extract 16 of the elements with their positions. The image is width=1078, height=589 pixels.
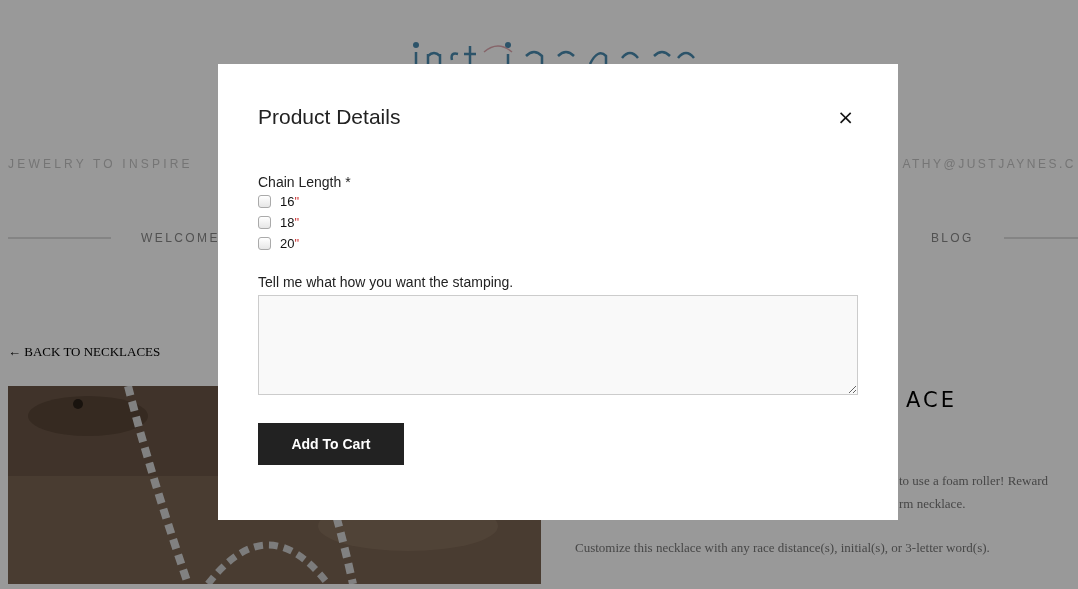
checkbox[interactable] xyxy=(258,237,271,250)
description-text: to use a foam roller! Reward xyxy=(898,472,1049,490)
checkbox[interactable] xyxy=(258,195,271,208)
close-button[interactable]: × xyxy=(833,107,858,127)
add-to-cart-button[interactable]: Add To Cart xyxy=(258,423,404,465)
option-label[interactable]: 16" xyxy=(280,194,300,209)
option-label[interactable]: 20" xyxy=(280,236,300,251)
product-title: ACE xyxy=(905,388,958,412)
description-text: rm necklace. xyxy=(898,495,967,513)
option-label[interactable]: 18" xyxy=(280,215,300,230)
field-label: Chain Length * xyxy=(258,173,352,191)
description-text: Customize this necklace with any race distance(s), initial(s), or 3-letter word(s). xyxy=(575,539,991,557)
dialog-title: Product Details xyxy=(258,105,401,129)
field-label: Tell me what how you want the stamping. xyxy=(258,273,515,291)
checkbox[interactable] xyxy=(258,216,271,229)
stamping-text-area[interactable] xyxy=(258,295,858,395)
